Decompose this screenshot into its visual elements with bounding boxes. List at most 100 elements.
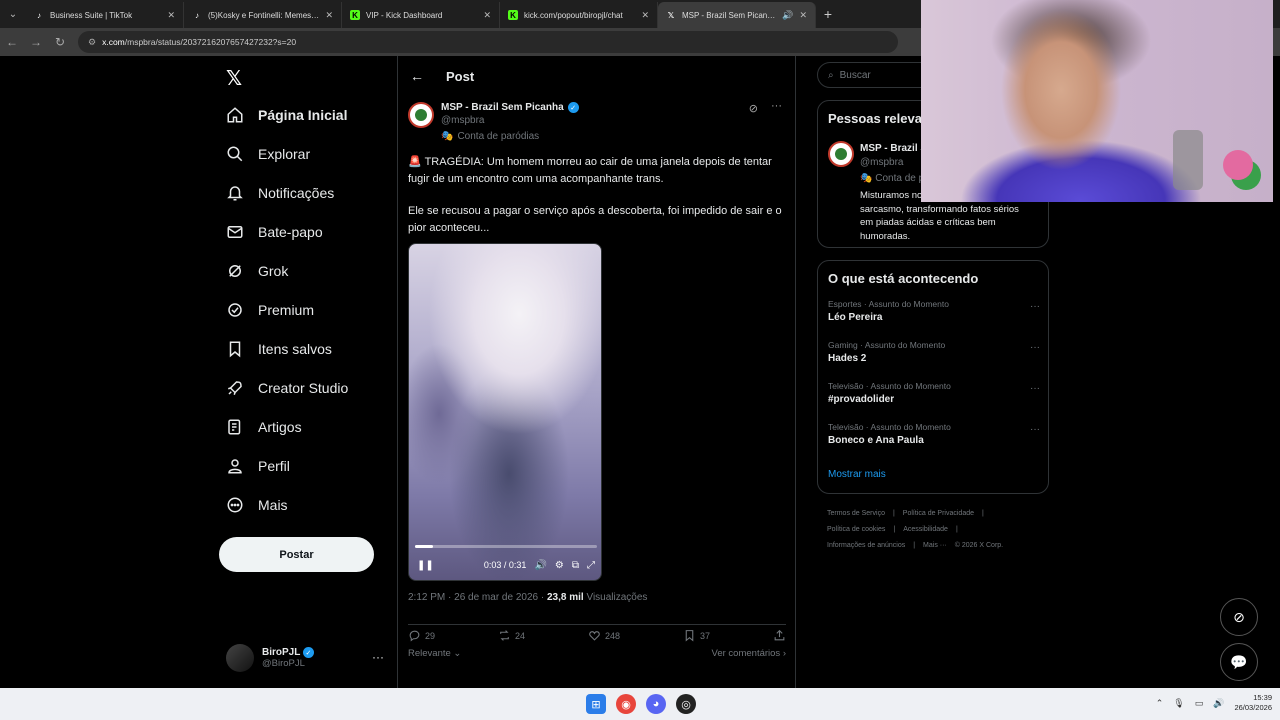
nav-item-home[interactable]: Página Inicial [226, 100, 347, 130]
share-button[interactable] [773, 629, 786, 642]
grok-icon[interactable]: ⊘ [749, 102, 758, 115]
author-name-row[interactable]: MSP - Brazil Sem Picanha ✓ [441, 102, 579, 113]
nav-item-grok[interactable]: Grok [226, 256, 288, 286]
browser-tab[interactable]: ♪ Business Suite | TikTok ✕ [26, 2, 184, 28]
browser-tab[interactable]: K kick.com/popout/biropjl/chat ✕ [500, 2, 658, 28]
obs-icon[interactable]: ◎ [676, 694, 696, 714]
trend-item[interactable]: Esportes · Assunto do Momento Léo Pereir… [828, 299, 1040, 323]
back-arrow-icon[interactable]: ← [410, 68, 424, 84]
reload-icon[interactable]: ↻ [48, 35, 72, 49]
repost-button[interactable]: 24 [498, 629, 525, 642]
windows-start-icon[interactable]: ⊞ [586, 694, 606, 714]
trend-item[interactable]: Televisão · Assunto do Momento #provadol… [828, 381, 1040, 405]
browser-tab[interactable]: K VIP - Kick Dashboard ✕ [342, 2, 500, 28]
chair-shape [1173, 130, 1203, 190]
browser-tab-active[interactable]: 𝕏 MSP - Brazil Sem Picanha n... 🔊 ✕ [658, 2, 816, 28]
more-icon[interactable]: ··· [372, 650, 384, 664]
like-button[interactable]: 248 [588, 629, 620, 642]
footer-link[interactable]: Mais ··· [923, 542, 947, 549]
tab-search-icon[interactable]: ⌄ [0, 0, 26, 28]
tiktok-icon: ♪ [195, 10, 199, 20]
relevant-handle: @mspbra [860, 157, 904, 168]
nav-item-chat[interactable]: Bate-papo [226, 217, 323, 247]
show-more-link[interactable]: Mostrar mais [828, 469, 886, 480]
more-icon[interactable]: ··· [771, 100, 782, 112]
more-icon[interactable]: ··· [1030, 301, 1040, 312]
more-icon[interactable]: ··· [1030, 383, 1040, 394]
view-comments-link[interactable]: Ver comentários › [712, 648, 786, 659]
close-icon[interactable]: ✕ [483, 10, 491, 21]
account-handle: @BiroPJL [262, 658, 305, 670]
volume-icon[interactable]: 🔊 [1213, 698, 1224, 709]
url-field[interactable]: ⚙ x.com /mspbra/status/20372162076574272… [78, 31, 898, 53]
video-progress-bar[interactable] [415, 545, 597, 548]
verified-badge-icon: ✓ [302, 647, 314, 659]
volume-icon[interactable]: 🔊 [534, 560, 546, 571]
more-icon[interactable]: ··· [1030, 424, 1040, 435]
author-avatar[interactable] [408, 102, 434, 128]
sort-dropdown[interactable]: Relevante ⌄ [408, 648, 461, 659]
nav-item-explore[interactable]: Explorar [226, 139, 310, 169]
mail-icon [227, 226, 243, 238]
close-icon[interactable]: ✕ [641, 10, 649, 21]
footer-link[interactable]: Informações de anúncios [827, 542, 905, 549]
post-timestamp[interactable]: 2:12 PM · 26 de mar de 2026 · [408, 592, 547, 603]
footer-link[interactable]: Termos de Serviço [827, 510, 885, 517]
pause-icon[interactable]: ❚❚ [417, 560, 434, 571]
home-icon [227, 107, 243, 123]
footer-link[interactable]: Acessibilidade [903, 526, 948, 533]
nav-item-label: Artigos [258, 419, 302, 435]
microphone-icon[interactable]: 🎙 [1173, 698, 1184, 709]
windows-taskbar: ⊞ ◉ ◕ ◎ ⌃ 🎙 ▭ 🔊 15:39 26/03/2026 [0, 688, 1280, 720]
nav-item-notifications[interactable]: Notificações [226, 178, 334, 208]
close-icon[interactable]: ✕ [167, 10, 175, 21]
footer-link[interactable]: Política de Privacidade [903, 510, 974, 517]
author-handle[interactable]: @mspbra [441, 115, 485, 126]
grok-float-button[interactable]: ⊘ [1220, 598, 1258, 636]
close-icon[interactable]: ✕ [325, 10, 333, 21]
bookmark-button[interactable]: 37 [683, 629, 710, 642]
nav-item-articles[interactable]: Artigos [226, 412, 302, 442]
browser-tab[interactable]: ♪ (5)Kosky e Fontinelli: Memes e... ✕ [184, 2, 342, 28]
back-icon[interactable]: ← [0, 35, 24, 49]
relevant-avatar[interactable] [828, 141, 854, 167]
trend-item[interactable]: Gaming · Assunto do Momento Hades 2 ··· [828, 340, 1040, 364]
replies-sort-row: Relevante ⌄ Ver comentários › [408, 648, 786, 659]
nav-item-bookmarks[interactable]: Itens salvos [226, 334, 332, 364]
more-icon[interactable]: ··· [1030, 342, 1040, 353]
chrome-icon[interactable]: ◉ [616, 694, 636, 714]
chevron-up-icon[interactable]: ⌃ [1156, 698, 1164, 709]
nav-item-label: Creator Studio [258, 380, 349, 396]
pip-icon[interactable]: ⧉ [572, 560, 579, 571]
heart-icon [589, 631, 600, 641]
repost-count: 24 [514, 630, 525, 641]
plant-shape [1223, 150, 1253, 180]
nav-item-more[interactable]: Mais [226, 490, 288, 520]
new-tab-button[interactable]: + [816, 6, 840, 22]
nav-item-creator-studio[interactable]: Creator Studio [226, 373, 348, 403]
footer-separator: | [982, 510, 984, 517]
parody-text: Conta de paródias [457, 131, 540, 142]
post-meta: 2:12 PM · 26 de mar de 2026 · 23,8 mil V… [408, 592, 647, 603]
trend-item[interactable]: Televisão · Assunto do Momento Boneco e … [828, 422, 1040, 446]
post-button[interactable]: Postar [219, 537, 374, 572]
account-switcher[interactable]: BiroPJL ✓ @BiroPJL ··· [226, 642, 384, 674]
nav-item-profile[interactable]: Perfil [226, 451, 290, 481]
site-info-icon[interactable]: ⚙ [88, 37, 96, 48]
reply-button[interactable]: 29 [408, 629, 435, 642]
speaker-icon[interactable]: 🔊 [782, 10, 793, 21]
post-author: MSP - Brazil Sem Picanha ✓ @mspbra 🎭 Con… [408, 100, 788, 144]
close-icon[interactable]: ✕ [799, 10, 807, 21]
video-player[interactable]: ❚❚ 0:03 / 0:31 🔊 ⚙ ⧉ ⤢ [408, 243, 602, 581]
footer-link[interactable]: Política de cookies [827, 526, 885, 533]
discord-icon[interactable]: ◕ [646, 694, 666, 714]
clock[interactable]: 15:39 26/03/2026 [1234, 693, 1272, 713]
settings-icon[interactable]: ⚙ [555, 560, 564, 571]
nav-item-premium[interactable]: Premium [226, 295, 314, 325]
forward-icon[interactable]: → [24, 35, 48, 49]
messages-float-button[interactable]: 💬 [1220, 643, 1258, 681]
reply-count: 29 [425, 630, 436, 641]
x-logo-icon[interactable]: 𝕏 [226, 66, 246, 90]
network-icon[interactable]: ▭ [1195, 698, 1204, 709]
fullscreen-icon[interactable]: ⤢ [587, 560, 595, 571]
